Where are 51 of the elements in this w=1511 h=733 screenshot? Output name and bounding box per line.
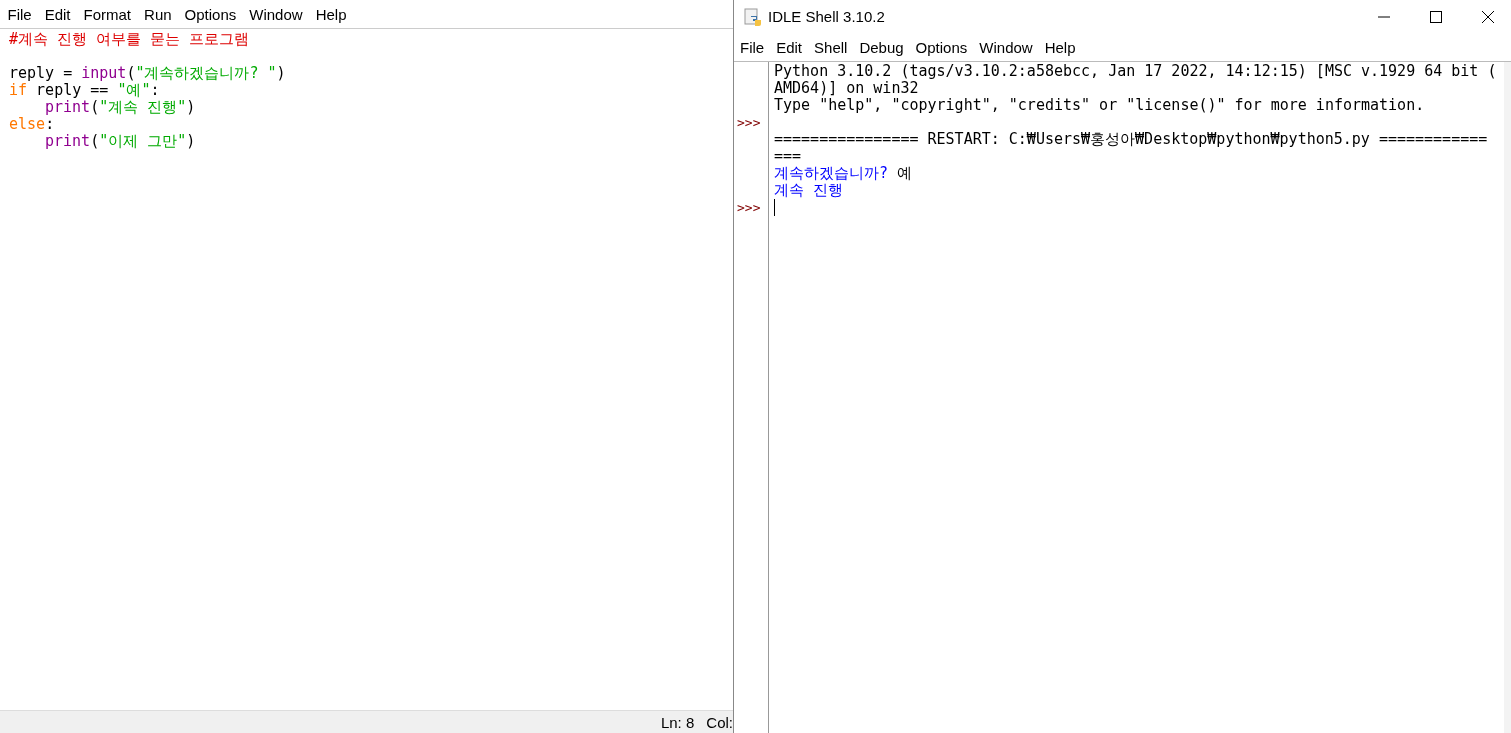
- menu-item[interactable]: Shell: [808, 38, 854, 56]
- menu-item[interactable]: File: [734, 38, 771, 56]
- code-token: :: [150, 82, 160, 99]
- menu-item[interactable]: File: [1, 5, 39, 23]
- menu-item[interactable]: Edit: [38, 5, 78, 23]
- code-token: input: [81, 65, 127, 82]
- shell-prompt: >>>: [736, 199, 761, 216]
- maximize-icon[interactable]: [1430, 10, 1442, 23]
- code-token: print: [45, 99, 91, 116]
- code-token: "이제 그만": [99, 133, 187, 150]
- code-token: "계속하겠습니까? ": [135, 65, 277, 82]
- window-title: IDLE Shell 3.10.2: [768, 8, 885, 25]
- shell-text: 계속 진행: [774, 182, 844, 199]
- shell-prompt: >>>: [736, 114, 761, 131]
- menu-item[interactable]: Window: [242, 5, 310, 23]
- code-token: (: [90, 99, 100, 116]
- code-token: "예": [117, 82, 151, 99]
- menu-item[interactable]: Format: [77, 5, 138, 23]
- code-token: print: [45, 133, 91, 150]
- menu-item[interactable]: Run: [137, 5, 179, 23]
- shell-text: Python 3.10.2 (tags/v3.10.2:a58ebcc, Jan 17 2022, 14:12:15) [MSC v.1929 64 bit (: [774, 63, 1497, 80]
- menu-item[interactable]: Options: [178, 5, 243, 23]
- code-token: if: [9, 82, 28, 99]
- shell-text: Type "help", "copyright", "credits" or "license()" for more information.: [774, 97, 1425, 114]
- code-token: reply =: [9, 65, 74, 82]
- shell-text: ================ RESTART: C:₩Users₩홍성아₩Desktop₩python₩python5.py ============: [774, 131, 1488, 148]
- menu-item[interactable]: Window: [973, 38, 1039, 56]
- shell-text: AMD64)] on win32: [774, 80, 919, 97]
- close-icon[interactable]: [1482, 10, 1494, 23]
- code-token: "계속 진행": [99, 99, 187, 116]
- code-token: ): [186, 99, 196, 116]
- column-number: Col:: [706, 713, 733, 731]
- menu-item[interactable]: Help: [309, 5, 353, 23]
- code-token: reply ==: [35, 82, 110, 99]
- shell-text: ===: [774, 148, 802, 165]
- code-token: (: [126, 65, 136, 82]
- shell-text: 계속하겠습니까?: [774, 165, 889, 182]
- menu-item[interactable]: Help: [1038, 38, 1082, 56]
- code-token: :: [45, 116, 55, 133]
- menu-item[interactable]: Edit: [770, 38, 809, 56]
- scrollbar[interactable]: [1504, 62, 1511, 733]
- code-token: (: [90, 133, 100, 150]
- python-icon: [744, 7, 762, 26]
- menu-item[interactable]: Options: [909, 38, 974, 56]
- line-number: Ln: 8: [660, 713, 695, 731]
- menu-item[interactable]: Debug: [853, 38, 910, 56]
- code-token: ): [276, 65, 286, 82]
- code-token: ): [186, 133, 196, 150]
- code-token: else: [9, 116, 46, 133]
- shell-text: 예: [896, 165, 913, 182]
- code-token: #계속 진행 여부를 묻는 프로그램: [9, 31, 250, 48]
